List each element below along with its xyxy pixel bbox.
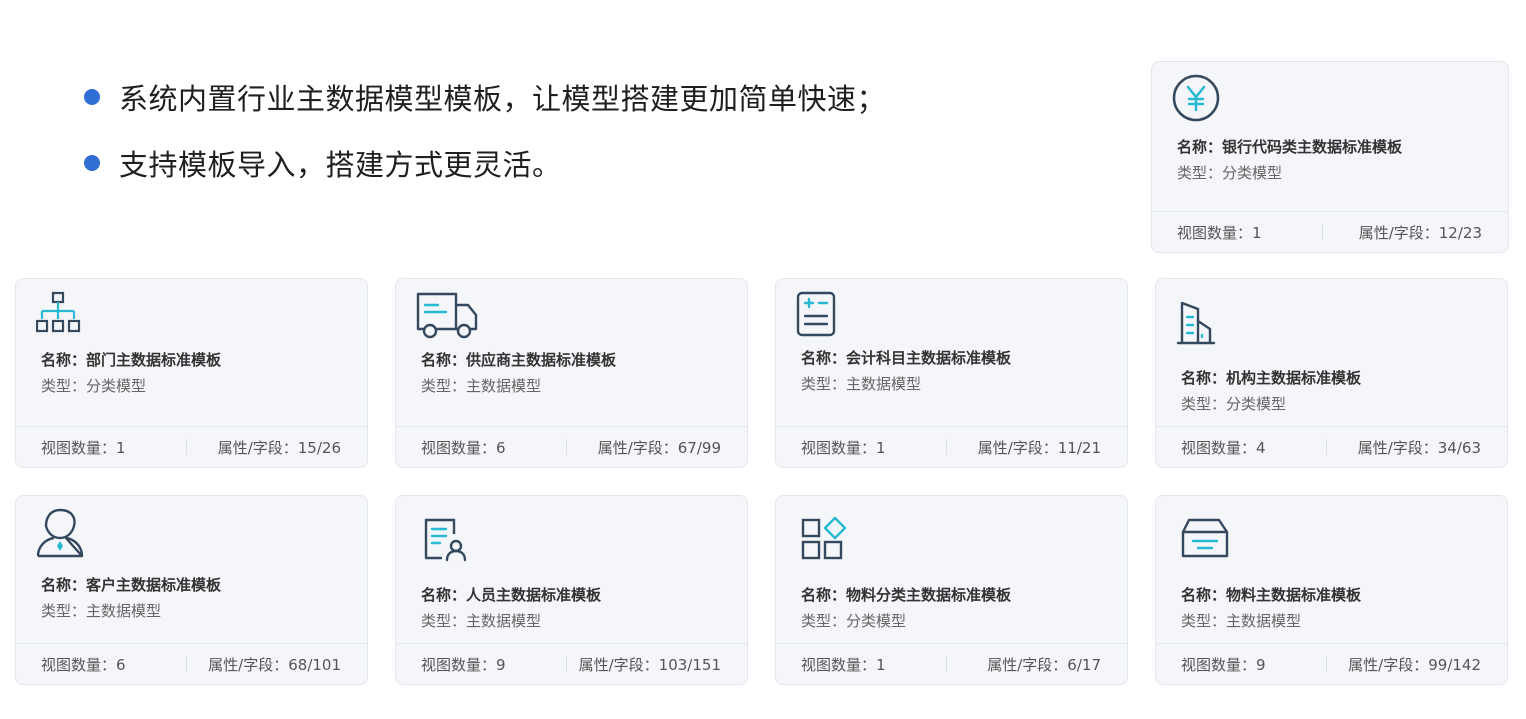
- template-name: 名称：银行代码类主数据标准模板: [1177, 138, 1403, 156]
- attribute-count: 属性/字段：103/151: [578, 656, 721, 674]
- view-count: 视图数量：1: [1177, 224, 1262, 242]
- card-footer: 视图数量：6 属性/字段：68/101: [16, 643, 367, 684]
- view-count: 视图数量：6: [41, 656, 126, 674]
- template-card-personnel[interactable]: 名称：人员主数据标准模板 类型：主数据模型 视图数量：9 属性/字段：103/1…: [395, 495, 748, 685]
- feature-list: 系统内置行业主数据模型模板，让模型搭建更加简单快速； 支持模板导入，搭建方式更灵…: [84, 74, 886, 206]
- attribute-count: 属性/字段：99/142: [1348, 656, 1481, 674]
- template-type: 类型：分类模型: [1177, 164, 1283, 182]
- template-name: 名称：客户主数据标准模板: [41, 576, 222, 594]
- attribute-count: 属性/字段：6/17: [987, 656, 1101, 674]
- attribute-count: 属性/字段：12/23: [1358, 224, 1482, 242]
- view-count: 视图数量：4: [1181, 439, 1266, 457]
- template-card-material[interactable]: 名称：物料主数据标准模板 类型：主数据模型 视图数量：9 属性/字段：99/14…: [1155, 495, 1508, 685]
- template-name: 名称：人员主数据标准模板: [421, 586, 602, 604]
- template-card-customer[interactable]: 名称：客户主数据标准模板 类型：主数据模型 视图数量：6 属性/字段：68/10…: [15, 495, 368, 685]
- view-count: 视图数量：9: [1181, 656, 1266, 674]
- calculator-icon: [796, 291, 836, 337]
- template-type: 类型：主数据模型: [801, 375, 922, 393]
- template-name: 名称：机构主数据标准模板: [1181, 369, 1362, 387]
- feature-text: 系统内置行业主数据模型模板，让模型搭建更加简单快速；: [119, 82, 887, 116]
- template-card-accounting-subject[interactable]: 名称：会计科目主数据标准模板 类型：主数据模型 视图数量：1 属性/字段：11/…: [775, 278, 1128, 468]
- footer-divider: [1322, 224, 1323, 240]
- footer-divider: [186, 439, 187, 455]
- card-footer: 视图数量：1 属性/字段：6/17: [776, 643, 1127, 684]
- building-icon: [1176, 301, 1216, 345]
- template-type: 类型：主数据模型: [421, 377, 542, 395]
- truck-icon: [416, 292, 478, 339]
- attribute-count: 属性/字段：34/63: [1357, 439, 1481, 457]
- feature-item: 系统内置行业主数据模型模板，让模型搭建更加简单快速；: [84, 74, 886, 120]
- template-type: 类型：分类模型: [41, 377, 147, 395]
- template-type: 类型：分类模型: [1181, 395, 1287, 413]
- feature-item: 支持模板导入，搭建方式更灵活。: [84, 140, 886, 186]
- template-type: 类型：主数据模型: [41, 602, 162, 620]
- card-footer: 视图数量：1 属性/字段：15/26: [16, 426, 367, 467]
- footer-divider: [186, 656, 187, 672]
- template-name: 名称：供应商主数据标准模板: [421, 351, 617, 369]
- template-name: 名称：物料分类主数据标准模板: [801, 586, 1012, 604]
- template-name: 名称：会计科目主数据标准模板: [801, 349, 1012, 367]
- template-card-supplier[interactable]: 名称：供应商主数据标准模板 类型：主数据模型 视图数量：6 属性/字段：67/9…: [395, 278, 748, 468]
- card-footer: 视图数量：4 属性/字段：34/63: [1156, 426, 1507, 467]
- footer-divider: [1326, 656, 1327, 672]
- bullet-dot: [84, 89, 100, 105]
- template-card-material-category[interactable]: 名称：物料分类主数据标准模板 类型：分类模型 视图数量：1 属性/字段：6/17: [775, 495, 1128, 685]
- footer-divider: [946, 656, 947, 672]
- card-footer: 视图数量：9 属性/字段：103/151: [396, 643, 747, 684]
- template-card-organization[interactable]: 名称：机构主数据标准模板 类型：分类模型 视图数量：4 属性/字段：34/63: [1155, 278, 1508, 468]
- view-count: 视图数量：9: [421, 656, 506, 674]
- template-type: 类型：主数据模型: [1181, 612, 1302, 630]
- feature-text: 支持模板导入，搭建方式更灵活。: [119, 148, 562, 182]
- view-count: 视图数量：1: [801, 439, 886, 457]
- template-type: 类型：分类模型: [801, 612, 907, 630]
- attribute-count: 属性/字段：67/99: [597, 439, 721, 457]
- customer-icon: [36, 508, 84, 558]
- attribute-count: 属性/字段：11/21: [977, 439, 1101, 457]
- attribute-count: 属性/字段：15/26: [217, 439, 341, 457]
- template-card-bank-code[interactable]: 名称：银行代码类主数据标准模板 类型：分类模型 视图数量：1 属性/字段：12/…: [1151, 61, 1509, 253]
- template-card-department[interactable]: 名称：部门主数据标准模板 类型：分类模型 视图数量：1 属性/字段：15/26: [15, 278, 368, 468]
- template-name: 名称：部门主数据标准模板: [41, 351, 222, 369]
- footer-divider: [566, 439, 567, 455]
- attribute-count: 属性/字段：68/101: [208, 656, 341, 674]
- footer-divider: [946, 439, 947, 455]
- person-document-icon: [424, 518, 467, 562]
- category-grid-icon: [801, 516, 847, 560]
- org-chart-icon: [36, 291, 81, 333]
- card-footer: 视图数量：6 属性/字段：67/99: [396, 426, 747, 467]
- view-count: 视图数量：6: [421, 439, 506, 457]
- view-count: 视图数量：1: [41, 439, 126, 457]
- bullet-dot: [84, 155, 100, 171]
- yen-icon: [1172, 74, 1220, 122]
- view-count: 视图数量：1: [801, 656, 886, 674]
- footer-divider: [1326, 439, 1327, 455]
- template-type: 类型：主数据模型: [421, 612, 542, 630]
- inbox-icon: [1181, 518, 1229, 558]
- card-footer: 视图数量：1 属性/字段：11/21: [776, 426, 1127, 467]
- footer-divider: [566, 656, 567, 672]
- card-footer: 视图数量：1 属性/字段：12/23: [1152, 211, 1508, 252]
- template-name: 名称：物料主数据标准模板: [1181, 586, 1362, 604]
- card-footer: 视图数量：9 属性/字段：99/142: [1156, 643, 1507, 684]
